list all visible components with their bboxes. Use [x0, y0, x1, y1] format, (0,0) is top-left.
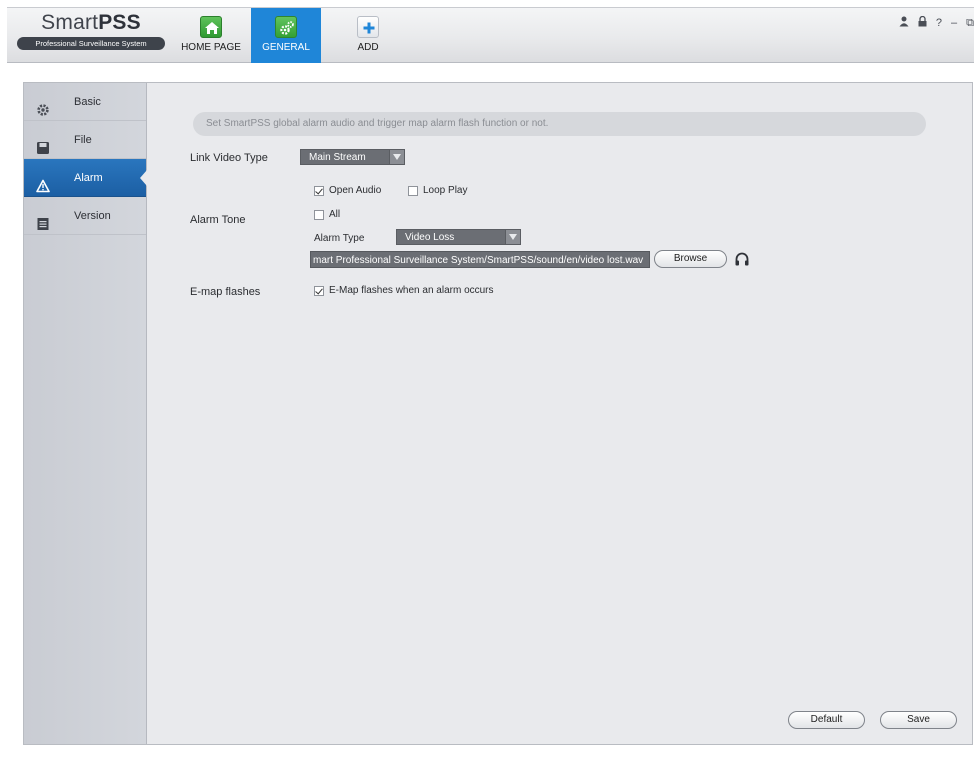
minimize-icon[interactable]: – — [951, 16, 957, 30]
link-video-type-select[interactable]: Main Stream — [300, 149, 405, 165]
open-audio-checkbox[interactable]: Open Audio — [314, 185, 381, 196]
emap-flashes-checkbox[interactable]: E-Map flashes when an alarm occurs — [314, 285, 494, 296]
app-logo: SmartPSS Professional Surveillance Syste… — [17, 10, 165, 50]
title-bar: SmartPSS Professional Surveillance Syste… — [7, 7, 974, 63]
gears-icon — [275, 16, 297, 38]
sidebar-item-label: Basic — [74, 96, 101, 108]
help-icon[interactable]: ? — [936, 16, 942, 30]
warning-icon — [36, 171, 50, 193]
emap-flashes-checkbox-label: E-Map flashes when an alarm occurs — [329, 285, 494, 296]
default-button[interactable]: Default — [788, 711, 865, 729]
alarm-tone-all-checkbox[interactable]: All — [314, 209, 340, 220]
sidebar-item-alarm[interactable]: Alarm — [24, 159, 147, 197]
tab-add-label: ADD — [357, 42, 379, 53]
tab-general-label: GENERAL — [262, 42, 310, 53]
sidebar-item-label: Version — [74, 210, 111, 222]
chevron-down-icon — [505, 230, 520, 244]
alarm-tone-label: Alarm Tone — [190, 214, 246, 226]
emap-flashes-box — [314, 285, 324, 296]
emap-flashes-label: E-map flashes — [190, 286, 261, 298]
tab-add[interactable]: ADD — [335, 8, 401, 63]
lock-icon[interactable] — [918, 15, 927, 31]
alarm-tone-file-path[interactable]: mart Professional Surveillance System/Sm… — [310, 251, 650, 268]
save-icon — [36, 133, 50, 154]
alarm-type-select[interactable]: Video Loss — [396, 229, 521, 245]
loop-play-label: Loop Play — [423, 185, 468, 196]
sidebar-item-file[interactable]: File — [24, 121, 146, 159]
alarm-hint-banner: Set SmartPSS global alarm audio and trig… — [193, 112, 926, 136]
home-icon — [200, 16, 222, 38]
plus-icon — [357, 16, 379, 38]
chevron-down-icon — [389, 150, 404, 164]
tab-general[interactable]: GENERAL — [251, 8, 321, 63]
alarm-type-label: Alarm Type — [314, 233, 365, 244]
restore-icon[interactable]: ⧉ — [966, 16, 974, 30]
link-video-type-label: Link Video Type — [190, 152, 268, 164]
user-icon[interactable] — [899, 16, 909, 31]
settings-sidebar: Basic File Alarm Version — [24, 83, 147, 744]
tab-home-page[interactable]: HOME PAGE — [177, 8, 245, 63]
sidebar-item-basic[interactable]: Basic — [24, 83, 146, 121]
loop-play-box — [408, 185, 418, 196]
app-subtitle: Professional Surveillance System — [17, 37, 165, 50]
sidebar-item-label: File — [74, 134, 92, 146]
alarm-tone-all-label: All — [329, 209, 341, 220]
document-icon — [36, 209, 50, 230]
open-audio-label: Open Audio — [329, 185, 382, 196]
gear-icon — [36, 95, 50, 116]
alarm-settings: Set SmartPSS global alarm audio and trig… — [148, 83, 972, 744]
headphone-icon[interactable] — [734, 251, 750, 267]
sidebar-item-label: Alarm — [74, 172, 103, 184]
app-name: SmartPSS — [41, 11, 141, 34]
open-audio-box — [314, 185, 324, 196]
alarm-type-value: Video Loss — [405, 232, 455, 243]
window-controls: ? – ⧉ — [899, 15, 974, 31]
sidebar-item-version[interactable]: Version — [24, 197, 146, 235]
link-video-type-value: Main Stream — [309, 152, 366, 163]
tab-home-page-label: HOME PAGE — [181, 42, 241, 53]
alarm-tone-all-box — [314, 209, 324, 220]
browse-button[interactable]: Browse — [654, 250, 727, 268]
loop-play-checkbox[interactable]: Loop Play — [408, 185, 467, 196]
save-button[interactable]: Save — [880, 711, 957, 729]
settings-panel: Basic File Alarm Version Set SmartPSS gl… — [23, 82, 973, 745]
